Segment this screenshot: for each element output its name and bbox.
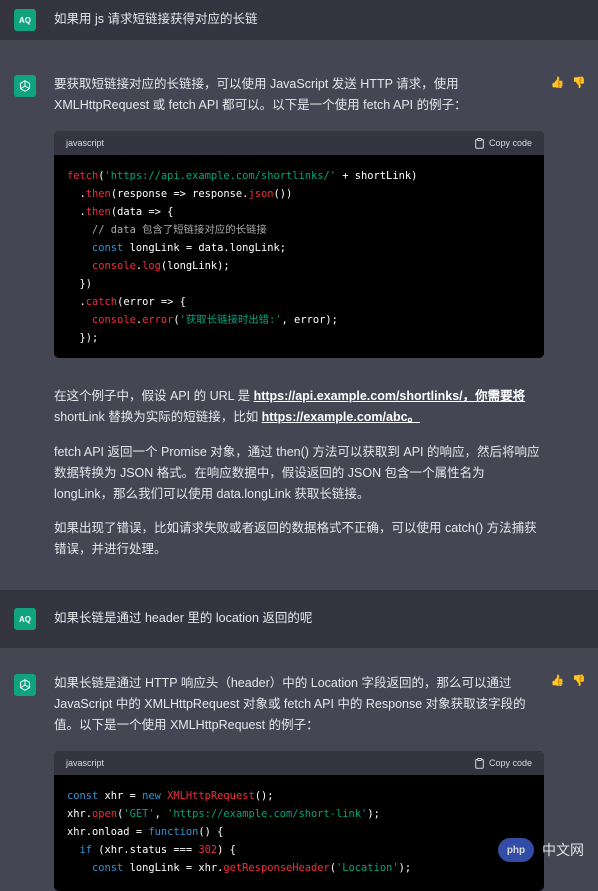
thumbs-up-icon[interactable]: 👍 (551, 76, 565, 89)
php-logo-icon: php (498, 838, 534, 862)
copy-code-button[interactable]: Copy code (475, 757, 532, 769)
code-block: javascript Copy code fetch('https://api.… (54, 131, 544, 358)
user-message: AQ 如果长链是通过 header 里的 location 返回的呢 (0, 590, 598, 648)
assistant-message: 👍 👎 如果长链是通过 HTTP 响应头（header）中的 Location … (0, 656, 598, 891)
url-note-paragraph: 在这个例子中，假设 API 的 URL 是 https://api.exampl… (54, 386, 544, 428)
code-language: javascript (66, 138, 105, 148)
user-message-text: 如果长链是通过 header 里的 location 返回的呢 (54, 611, 313, 625)
copy-code-button[interactable]: Copy code (475, 137, 532, 149)
clipboard-icon (475, 137, 484, 149)
watermark-site: 中文网 (542, 842, 584, 858)
code-content: fetch('https://api.example.com/shortlink… (67, 170, 418, 344)
assistant-paragraph: 在这个例子中，假设 API 的 URL 是 https://api.exampl… (54, 386, 544, 428)
thumbs-down-icon[interactable]: 👎 (572, 674, 586, 687)
user-message: AQ 如果用 js 请求短链接获得对应的长链 (0, 0, 598, 40)
user-message-text: 如果用 js 请求短链接获得对应的长链 (54, 12, 258, 26)
code-content: const xhr = new XMLHttpRequest(); xhr.op… (67, 790, 412, 874)
example-api-link[interactable]: https://api.example.com/shortlinks/，你需要将 (254, 389, 526, 403)
paragraph-text: shortLink 替换为实际的短链接，比如 (54, 410, 262, 424)
user-avatar: AQ (14, 9, 36, 31)
openai-logo-icon-glyph (19, 80, 31, 92)
openai-logo-icon-glyph (19, 679, 31, 691)
feedback-controls: 👍 👎 (551, 76, 586, 89)
example-short-link[interactable]: https://example.com/abc。 (262, 410, 420, 424)
code-header: javascript Copy code (54, 131, 544, 155)
copy-code-label: Copy code (488, 138, 532, 148)
assistant-message: 👍 👎 要获取短链接对应的长链接，可以使用 JavaScript 发送 HTTP… (0, 58, 598, 578)
thumbs-down-icon[interactable]: 👎 (572, 76, 586, 89)
assistant-paragraph: fetch API 返回一个 Promise 对象，通过 then() 方法可以… (54, 445, 540, 501)
thumbs-up-icon[interactable]: 👍 (551, 674, 565, 687)
assistant-paragraph: 如果出现了错误，比如请求失败或者返回的数据格式不正确，可以使用 catch() … (54, 521, 537, 556)
clipboard-icon (475, 757, 484, 769)
paragraph-text: 在这个例子中，假设 API 的 URL 是 (54, 389, 254, 403)
code-language: javascript (66, 758, 105, 768)
assistant-intro: 如果长链是通过 HTTP 响应头（header）中的 Location 字段返回… (54, 676, 526, 732)
user-avatar: AQ (14, 608, 36, 630)
feedback-controls: 👍 👎 (551, 674, 586, 687)
copy-code-label: Copy code (488, 758, 532, 768)
code-block: javascript Copy code const xhr = new XML… (54, 751, 544, 891)
openai-logo-icon (14, 674, 36, 696)
openai-logo-icon (14, 75, 36, 97)
code-header: javascript Copy code (54, 751, 544, 775)
php-watermark: php 中文网 (498, 838, 584, 862)
assistant-intro: 要获取短链接对应的长链接，可以使用 JavaScript 发送 HTTP 请求，… (54, 77, 467, 112)
